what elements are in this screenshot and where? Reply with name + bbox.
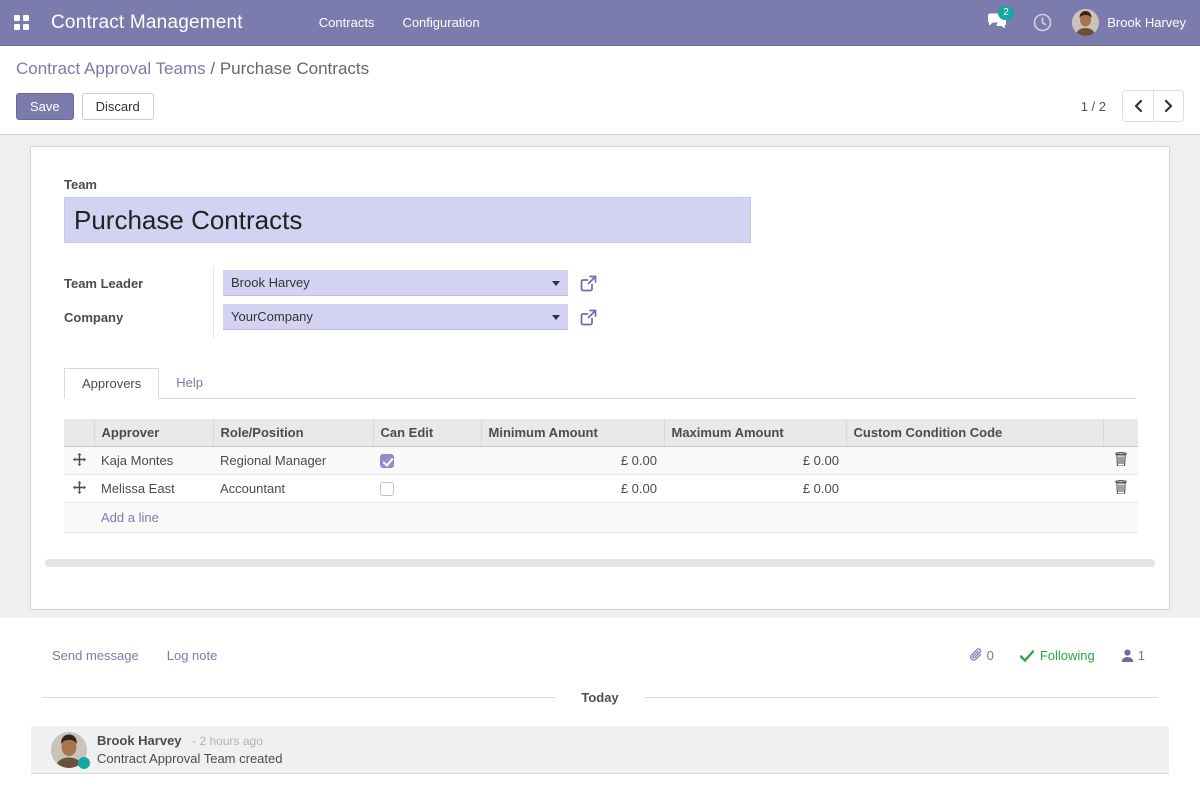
caret-down-icon xyxy=(552,281,560,286)
date-divider: Today xyxy=(42,690,1158,705)
caret-down-icon xyxy=(552,315,560,320)
tab-help[interactable]: Help xyxy=(159,368,220,399)
row-drag-handle[interactable] xyxy=(64,447,94,475)
discard-button[interactable]: Discard xyxy=(82,93,154,120)
top-navbar: Contract Management Contracts Configurat… xyxy=(0,0,1200,46)
add-line-row: Add a line xyxy=(64,503,1138,533)
add-line-link[interactable]: Add a line xyxy=(64,503,1138,533)
control-panel: Contract Approval Teams / Purchase Contr… xyxy=(0,46,1200,135)
menu-contracts[interactable]: Contracts xyxy=(305,0,389,46)
delete-row-button[interactable] xyxy=(1103,475,1138,503)
paperclip-icon xyxy=(969,648,983,663)
team-leader-label: Team Leader xyxy=(64,276,223,291)
main-content: Team Team Leader Brook Harvey Company xyxy=(0,135,1200,618)
table-row: Melissa East Accountant £ 0.00 £ 0.00 xyxy=(64,475,1138,503)
min-amount-column-header[interactable]: Minimum Amount xyxy=(481,419,664,447)
condition-code-cell[interactable] xyxy=(846,447,1103,475)
date-divider-label: Today xyxy=(556,690,643,705)
max-amount-cell[interactable]: £ 0.00 xyxy=(664,447,846,475)
user-menu[interactable]: Brook Harvey xyxy=(1072,9,1186,36)
table-row: Kaja Montes Regional Manager £ 0.00 £ 0.… xyxy=(64,447,1138,475)
min-amount-cell[interactable]: £ 0.00 xyxy=(481,475,664,503)
menu-configuration[interactable]: Configuration xyxy=(388,0,493,46)
followers-button[interactable]: 1 xyxy=(1121,648,1145,663)
drag-handle-icon xyxy=(73,481,86,494)
role-cell[interactable]: Regional Manager xyxy=(213,447,373,475)
online-status-dot xyxy=(78,757,90,769)
user-avatar xyxy=(1072,9,1099,36)
approver-cell[interactable]: Melissa East xyxy=(94,475,213,503)
messages-button[interactable]: 2 xyxy=(987,13,1007,33)
approver-cell[interactable]: Kaja Montes xyxy=(94,447,213,475)
handle-column-header xyxy=(64,419,94,447)
pager-next-button[interactable] xyxy=(1153,91,1183,121)
save-button[interactable]: Save xyxy=(16,93,74,120)
following-button[interactable]: Following xyxy=(1020,648,1095,663)
breadcrumb-parent-link[interactable]: Contract Approval Teams xyxy=(16,59,206,78)
role-cell[interactable]: Accountant xyxy=(213,475,373,503)
user-icon xyxy=(1121,649,1134,662)
pager-counter: 1 / 2 xyxy=(1081,99,1106,114)
messages-count-badge: 2 xyxy=(998,6,1014,20)
row-drag-handle[interactable] xyxy=(64,475,94,503)
message-timestamp: - 2 hours ago xyxy=(192,734,263,748)
tab-approvers[interactable]: Approvers xyxy=(64,368,159,399)
pager-previous-button[interactable] xyxy=(1123,91,1153,121)
max-amount-column-header[interactable]: Maximum Amount xyxy=(664,419,846,447)
log-note-button[interactable]: Log note xyxy=(167,648,218,663)
table-header-row: Approver Role/Position Can Edit Minimum … xyxy=(64,419,1138,447)
apps-grid-icon[interactable] xyxy=(14,15,29,30)
breadcrumb-separator: / xyxy=(210,59,215,78)
chatter: Send message Log note 0 Following 1 Toda… xyxy=(0,618,1200,774)
min-amount-cell[interactable]: £ 0.00 xyxy=(481,447,664,475)
user-name: Brook Harvey xyxy=(1107,15,1186,30)
max-amount-cell[interactable]: £ 0.00 xyxy=(664,475,846,503)
condition-code-column-header[interactable]: Custom Condition Code xyxy=(846,419,1103,447)
delete-column-header xyxy=(1103,419,1138,447)
trash-icon xyxy=(1115,452,1127,466)
message-text: Contract Approval Team created xyxy=(97,751,282,766)
can-edit-checkbox[interactable] xyxy=(380,454,394,468)
drag-handle-icon xyxy=(73,453,86,466)
pager: 1 / 2 xyxy=(1081,90,1184,122)
horizontal-scrollbar[interactable] xyxy=(45,559,1155,567)
message-item: Brook Harvey - 2 hours ago Contract Appr… xyxy=(31,726,1169,774)
team-leader-select[interactable]: Brook Harvey xyxy=(223,270,568,296)
send-message-button[interactable]: Send message xyxy=(52,648,139,663)
team-name-input[interactable] xyxy=(64,197,751,243)
message-author: Brook Harvey xyxy=(97,733,182,748)
check-icon xyxy=(1020,650,1034,662)
external-link-icon xyxy=(580,309,597,326)
attachments-count: 0 xyxy=(987,648,994,663)
main-menu: Contracts Configuration xyxy=(305,0,494,46)
notebook-tabs: Approvers Help xyxy=(64,367,1136,399)
external-link-icon xyxy=(580,275,597,292)
company-label: Company xyxy=(64,310,223,325)
breadcrumb: Contract Approval Teams / Purchase Contr… xyxy=(16,59,1184,79)
can-edit-cell xyxy=(373,475,481,503)
can-edit-checkbox[interactable] xyxy=(380,482,394,496)
team-leader-external-link-button[interactable] xyxy=(580,275,597,292)
form-sheet: Team Team Leader Brook Harvey Company xyxy=(30,146,1170,610)
app-title[interactable]: Contract Management xyxy=(51,12,243,34)
followers-count: 1 xyxy=(1138,648,1145,663)
delete-row-button[interactable] xyxy=(1103,447,1138,475)
approvers-table: Approver Role/Position Can Edit Minimum … xyxy=(64,419,1138,533)
trash-icon xyxy=(1115,480,1127,494)
can-edit-column-header[interactable]: Can Edit xyxy=(373,419,481,447)
company-external-link-button[interactable] xyxy=(580,309,597,326)
approver-column-header[interactable]: Approver xyxy=(94,419,213,447)
team-field-label: Team xyxy=(64,177,1136,192)
chevron-left-icon xyxy=(1133,100,1143,112)
activity-clock-icon[interactable] xyxy=(1033,13,1052,32)
condition-code-cell[interactable] xyxy=(846,475,1103,503)
role-column-header[interactable]: Role/Position xyxy=(213,419,373,447)
chevron-right-icon xyxy=(1164,100,1174,112)
company-select[interactable]: YourCompany xyxy=(223,304,568,330)
attachments-button[interactable]: 0 xyxy=(969,648,994,663)
can-edit-cell xyxy=(373,447,481,475)
